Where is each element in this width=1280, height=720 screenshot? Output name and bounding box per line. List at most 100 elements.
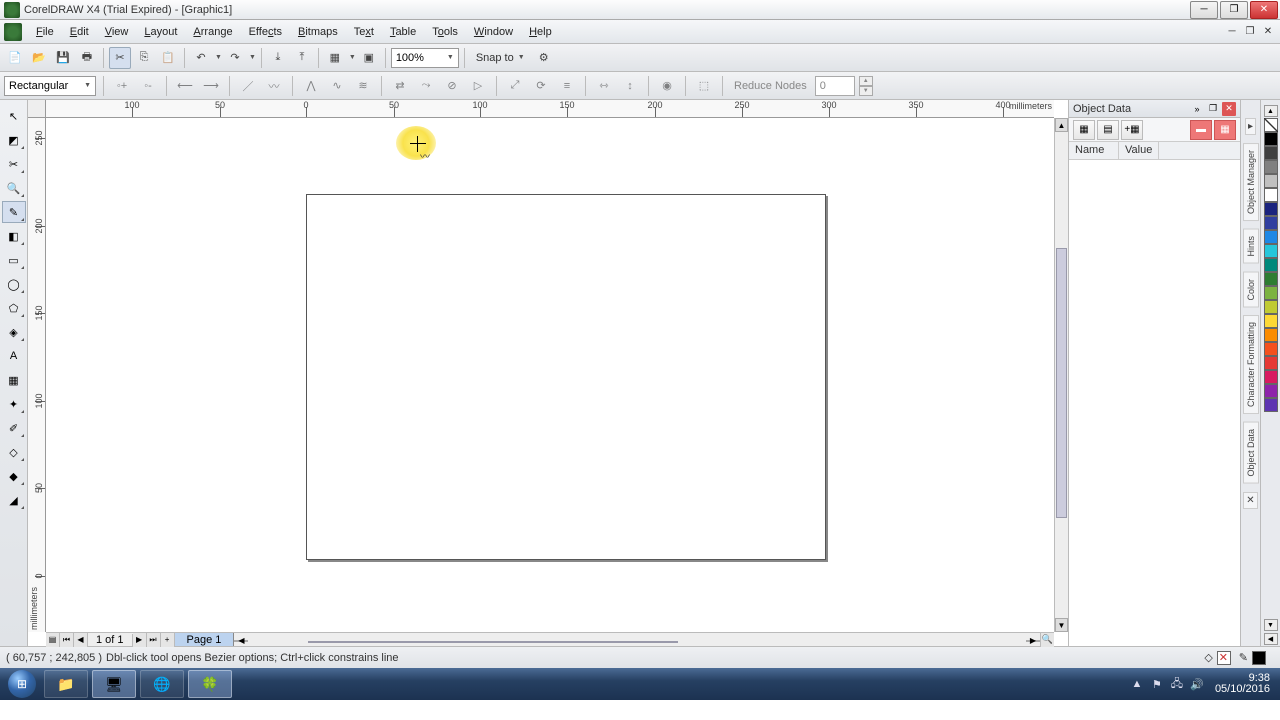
taskbar-coreldraw[interactable]: 🍀 bbox=[188, 670, 232, 698]
save-button[interactable]: 💾 bbox=[52, 47, 74, 69]
mdi-close[interactable]: ✕ bbox=[1260, 25, 1276, 39]
vertical-ruler[interactable]: millimeters 250200150100500 bbox=[28, 118, 46, 632]
swatch-404040[interactable] bbox=[1264, 146, 1278, 160]
swatch-8e24aa[interactable] bbox=[1264, 384, 1278, 398]
minimize-button[interactable]: ─ bbox=[1190, 1, 1218, 19]
zoom-tool[interactable]: 🔍 bbox=[2, 177, 26, 199]
swatch-303f9f[interactable] bbox=[1264, 216, 1278, 230]
outline-tool[interactable]: ◇ bbox=[2, 441, 26, 463]
swatch-000000[interactable] bbox=[1264, 132, 1278, 146]
palette-up-button[interactable]: ▲ bbox=[1264, 105, 1278, 117]
swatch-none[interactable] bbox=[1264, 118, 1278, 132]
zoom-combo[interactable]: 100%▼ bbox=[391, 48, 459, 68]
docker-undock-button[interactable]: ❐ bbox=[1206, 102, 1220, 116]
welcome-button[interactable]: ▣ bbox=[358, 47, 380, 69]
menu-tools[interactable]: Tools bbox=[424, 26, 466, 38]
options-button[interactable]: ⚙ bbox=[533, 47, 555, 69]
mdi-minimize[interactable]: ─ bbox=[1224, 25, 1240, 39]
menu-layout[interactable]: Layout bbox=[136, 26, 185, 38]
shape-tool[interactable]: ◩ bbox=[2, 129, 26, 151]
shape-mode-combo[interactable]: Rectangular▼ bbox=[4, 76, 96, 96]
export-button[interactable]: ⤒ bbox=[291, 47, 313, 69]
tray-show-hidden[interactable]: ▲ bbox=[1129, 676, 1145, 692]
docker-tab-color[interactable]: Color bbox=[1243, 272, 1259, 308]
taskbar-app-1[interactable]: 🖥 bbox=[92, 670, 136, 698]
swatch-d81b60[interactable] bbox=[1264, 370, 1278, 384]
app-launcher-button[interactable]: ▦ bbox=[324, 47, 346, 69]
smart-fill-tool[interactable]: ◧ bbox=[2, 225, 26, 247]
swatch-1e88e5[interactable] bbox=[1264, 230, 1278, 244]
menu-edit[interactable]: Edit bbox=[62, 26, 97, 38]
swatch-f4511e[interactable] bbox=[1264, 342, 1278, 356]
polygon-tool[interactable]: ⬠ bbox=[2, 297, 26, 319]
swatch-00897b[interactable] bbox=[1264, 258, 1278, 272]
docker-col-name[interactable]: Name bbox=[1069, 142, 1119, 159]
copy-button[interactable]: ⎘ bbox=[133, 47, 155, 69]
swatch-fdd835[interactable] bbox=[1264, 314, 1278, 328]
rectangle-tool[interactable]: ▭ bbox=[2, 249, 26, 271]
docker-delete-button[interactable]: ▦ bbox=[1214, 120, 1236, 140]
swatch-c0ca33[interactable] bbox=[1264, 300, 1278, 314]
docker-tab-object-manager[interactable]: Object Manager bbox=[1243, 143, 1259, 221]
snap-to-dropdown[interactable]: Snap to ▼ bbox=[470, 52, 531, 64]
palette-flyout-button[interactable]: ◀ bbox=[1264, 633, 1278, 645]
swatch-c0c0c0[interactable] bbox=[1264, 174, 1278, 188]
docker-clear-button[interactable]: ▬ bbox=[1190, 120, 1212, 140]
swatch-7cb342[interactable] bbox=[1264, 286, 1278, 300]
menu-file[interactable]: File bbox=[28, 26, 62, 38]
system-clock[interactable]: 9:38 05/10/2016 bbox=[1215, 673, 1270, 695]
paste-button[interactable]: 📋 bbox=[157, 47, 179, 69]
eyedropper-tool[interactable]: ✐ bbox=[2, 417, 26, 439]
scroll-right-button[interactable]: ▶ bbox=[1026, 640, 1040, 642]
scroll-up-button[interactable]: ▲ bbox=[1055, 118, 1068, 132]
vertical-scrollbar[interactable]: ▲ ▼ bbox=[1054, 118, 1068, 632]
docker-tab-hints[interactable]: Hints bbox=[1243, 229, 1259, 264]
print-button[interactable]: 🖶 bbox=[76, 47, 98, 69]
taskbar-explorer[interactable]: 📁 bbox=[44, 670, 88, 698]
menu-arrange[interactable]: Arrange bbox=[185, 26, 240, 38]
cut-button[interactable]: ✂ bbox=[109, 47, 131, 69]
import-button[interactable]: ⤓ bbox=[267, 47, 289, 69]
tray-volume-icon[interactable]: 🔊 bbox=[1189, 676, 1205, 692]
taskbar-chrome[interactable]: 🌐 bbox=[140, 670, 184, 698]
open-button[interactable]: 📂 bbox=[28, 47, 50, 69]
first-page-button[interactable]: ⏮ bbox=[60, 633, 74, 647]
maximize-button[interactable]: ❐ bbox=[1220, 1, 1248, 19]
docker-tab-object-data[interactable]: Object Data bbox=[1243, 422, 1259, 484]
menu-view[interactable]: View bbox=[97, 26, 137, 38]
swatch-2e7d32[interactable] bbox=[1264, 272, 1278, 286]
vscroll-thumb[interactable] bbox=[1056, 248, 1067, 518]
swatch-5e35b1[interactable] bbox=[1264, 398, 1278, 412]
next-page-button[interactable]: ▶ bbox=[133, 633, 147, 647]
undo-dropdown[interactable]: ▼ bbox=[215, 54, 222, 61]
docker-col-value[interactable]: Value bbox=[1119, 142, 1159, 159]
menu-help[interactable]: Help bbox=[521, 26, 560, 38]
fill-tool[interactable]: ◆ bbox=[2, 465, 26, 487]
redo-button[interactable]: ↷ bbox=[224, 47, 246, 69]
docker-collapse-button[interactable]: » bbox=[1190, 102, 1204, 116]
add-page-button[interactable]: + bbox=[161, 633, 175, 647]
freehand-tool[interactable]: ✎ bbox=[2, 201, 26, 223]
status-fill-none[interactable] bbox=[1217, 651, 1231, 665]
interactive-fill-tool[interactable]: ◢ bbox=[2, 489, 26, 511]
menu-window[interactable]: Window bbox=[466, 26, 521, 38]
scroll-down-button[interactable]: ▼ bbox=[1055, 618, 1068, 632]
docker-close-button[interactable]: ✕ bbox=[1222, 102, 1236, 116]
tray-network-icon[interactable]: 🖧 bbox=[1169, 676, 1185, 692]
pick-tool[interactable]: ↖ bbox=[2, 105, 26, 127]
menu-text[interactable]: Text bbox=[346, 26, 382, 38]
page-sorter-button[interactable]: ▤ bbox=[46, 633, 60, 647]
tray-flag-icon[interactable]: ⚑ bbox=[1149, 676, 1165, 692]
menu-table[interactable]: Table bbox=[382, 26, 424, 38]
canvas[interactable]: 〰 bbox=[46, 118, 1054, 632]
horizontal-ruler[interactable]: millimeters 1005005010015020025030035040… bbox=[46, 100, 1054, 118]
basic-shapes-tool[interactable]: ◈ bbox=[2, 321, 26, 343]
redo-dropdown[interactable]: ▼ bbox=[249, 54, 256, 61]
status-outline-swatch[interactable] bbox=[1252, 651, 1266, 665]
swatch-ffffff[interactable] bbox=[1264, 188, 1278, 202]
hscroll-thumb[interactable] bbox=[308, 641, 678, 643]
menu-bitmaps[interactable]: Bitmaps bbox=[290, 26, 346, 38]
docker-tab-char-format[interactable]: Character Formatting bbox=[1243, 315, 1259, 414]
docker-list-button[interactable]: ▤ bbox=[1097, 120, 1119, 140]
navigator-button[interactable]: 🔍 bbox=[1040, 633, 1054, 647]
